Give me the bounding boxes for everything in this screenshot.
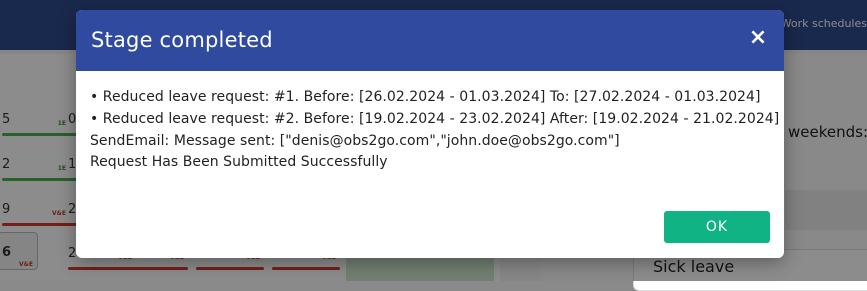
stage-completed-dialog: Stage completed × • Reduced leave reques… <box>76 10 784 258</box>
message-line: SendEmail: Message sent: ["denis@obs2go.… <box>90 132 620 149</box>
message-line: • Reduced leave request: #1. Before: [26… <box>90 89 761 105</box>
dialog-body: • Reduced leave request: #1. Before: [26… <box>90 87 780 174</box>
message-line: Request Has Been Submitted Successfully <box>90 154 388 171</box>
dialog-title: Stage completed <box>91 28 273 52</box>
dialog-header: Stage completed × <box>76 10 784 71</box>
message-line: • Reduced leave request: #2. Before: [19… <box>90 110 780 127</box>
close-icon[interactable]: × <box>748 26 768 50</box>
ok-button[interactable]: OK <box>664 211 770 243</box>
